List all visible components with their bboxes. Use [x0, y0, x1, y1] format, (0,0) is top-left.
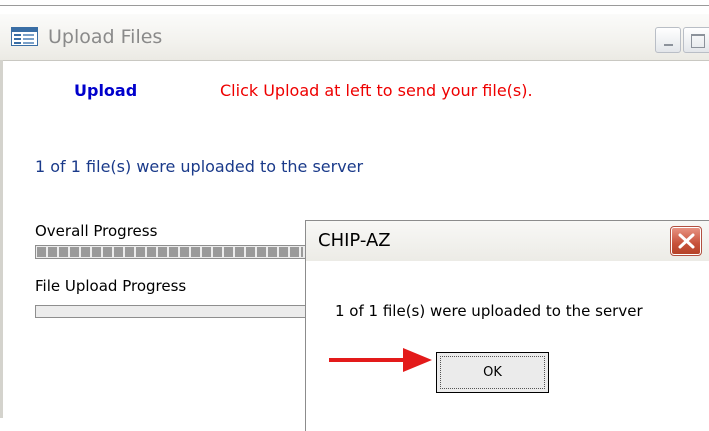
file-upload-progress-label: File Upload Progress: [35, 277, 187, 295]
minimize-icon: [664, 44, 673, 46]
dialog-message: 1 of 1 file(s) were uploaded to the serv…: [335, 302, 643, 320]
ok-button-label: OK: [440, 356, 545, 389]
window-frame-left: [0, 60, 3, 418]
window-title: Upload Files: [48, 26, 163, 48]
window-titlebar[interactable]: Upload Files: [0, 14, 709, 61]
overall-progress-bar: [35, 245, 325, 259]
overall-progress-fill: [37, 247, 303, 257]
maximize-button[interactable]: [683, 27, 709, 53]
top-separator: [0, 5, 709, 6]
overall-progress-label: Overall Progress: [35, 222, 158, 240]
form-window-icon: [11, 27, 38, 46]
upload-instructions: Click Upload at left to send your file(s…: [220, 81, 533, 100]
upload-status-text: 1 of 1 file(s) were uploaded to the serv…: [35, 157, 364, 176]
upload-link[interactable]: Upload: [74, 81, 137, 100]
dialog-close-button[interactable]: [670, 226, 702, 256]
file-upload-progress-bar: [35, 305, 325, 318]
ok-button[interactable]: OK: [436, 352, 549, 393]
close-icon: [678, 233, 695, 249]
minimize-button[interactable]: [655, 27, 681, 53]
red-arrow-annotation: [329, 348, 432, 372]
dialog-title: CHIP-AZ: [318, 230, 391, 251]
message-dialog: CHIP-AZ 1 of 1 file(s) were uploaded to …: [305, 220, 709, 431]
dialog-titlebar[interactable]: CHIP-AZ: [306, 221, 709, 261]
maximize-icon: [691, 34, 705, 48]
